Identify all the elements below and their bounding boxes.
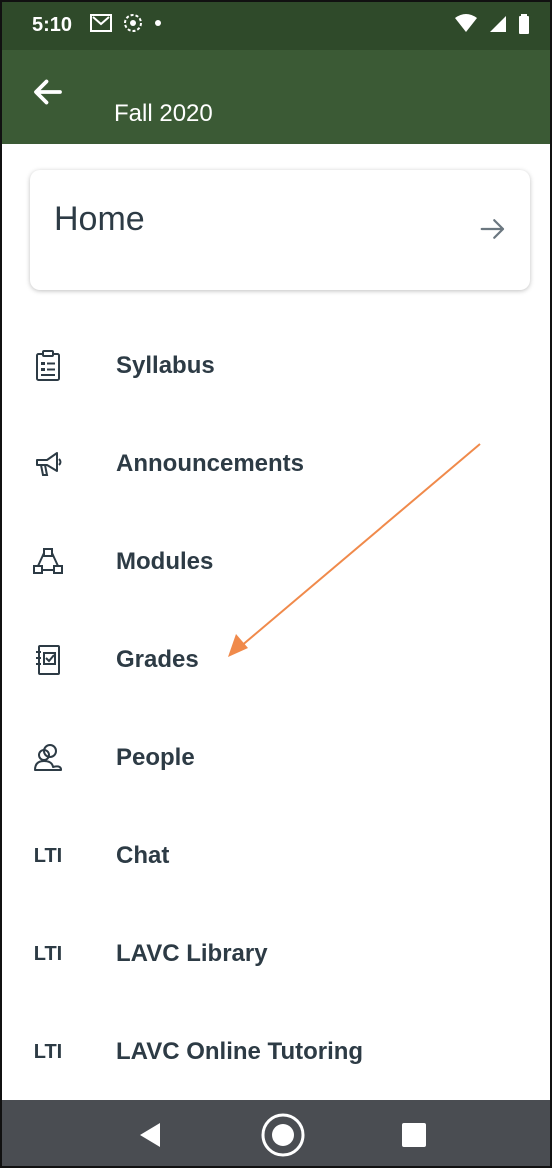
nav-item-grades[interactable]: Grades xyxy=(2,611,550,709)
nav-label-announcements: Announcements xyxy=(116,450,305,477)
arrow-right-icon xyxy=(480,219,505,239)
battery-icon xyxy=(519,14,529,34)
dot-icon xyxy=(155,20,161,26)
megaphone-icon xyxy=(32,448,64,480)
course-nav-list: Syllabus Announcements Modules Grades Pe… xyxy=(2,317,550,1101)
sync-icon xyxy=(124,14,142,32)
wifi-icon xyxy=(455,14,477,32)
lti-icon: LTI xyxy=(33,844,63,867)
nav-item-lavc-library[interactable]: LTI LAVC Library xyxy=(2,905,550,1003)
app-header: Fall 2020 xyxy=(2,50,550,144)
gmail-icon xyxy=(90,14,112,32)
nav-item-people[interactable]: People xyxy=(2,709,550,807)
signal-icon xyxy=(490,16,506,32)
nav-item-chat[interactable]: LTI Chat xyxy=(2,807,550,905)
back-arrow-icon[interactable] xyxy=(30,74,66,110)
people-icon xyxy=(32,742,64,774)
system-status-icons xyxy=(454,14,530,34)
home-label: Home xyxy=(54,200,145,238)
nav-label-chat: Chat xyxy=(116,842,170,869)
modules-icon xyxy=(32,546,64,578)
lti-icon: LTI xyxy=(33,942,63,965)
course-term: Fall 2020 xyxy=(114,100,213,127)
nav-label-people: People xyxy=(116,744,195,771)
lti-icon: LTI xyxy=(33,1040,63,1063)
nav-item-lavc-online-tutoring[interactable]: LTI LAVC Online Tutoring xyxy=(2,1003,550,1101)
syllabus-icon xyxy=(32,350,64,382)
nav-label-grades: Grades xyxy=(116,646,199,673)
system-navigation-bar xyxy=(2,1100,550,1166)
nav-item-syllabus[interactable]: Syllabus xyxy=(2,317,550,415)
nav-item-announcements[interactable]: Announcements xyxy=(2,415,550,513)
nav-label-syllabus: Syllabus xyxy=(116,352,215,379)
nav-label-lavc-library: LAVC Library xyxy=(116,940,268,967)
nav-label-modules: Modules xyxy=(116,548,214,575)
notification-icons xyxy=(90,12,162,34)
status-bar: 5:10 xyxy=(2,2,550,50)
nav-item-modules[interactable]: Modules xyxy=(2,513,550,611)
home-card[interactable]: Home xyxy=(30,170,530,290)
screen: 5:10 Fall 2020 Home Syllabus Announcemen… xyxy=(0,0,552,1168)
status-time: 5:10 xyxy=(32,14,73,36)
back-triangle-icon[interactable] xyxy=(132,1117,168,1153)
home-circle-icon[interactable] xyxy=(260,1112,306,1158)
nav-label-lavc-online-tutoring: LAVC Online Tutoring xyxy=(116,1038,364,1065)
recents-square-icon[interactable] xyxy=(396,1117,432,1153)
gradebook-icon xyxy=(32,644,64,676)
